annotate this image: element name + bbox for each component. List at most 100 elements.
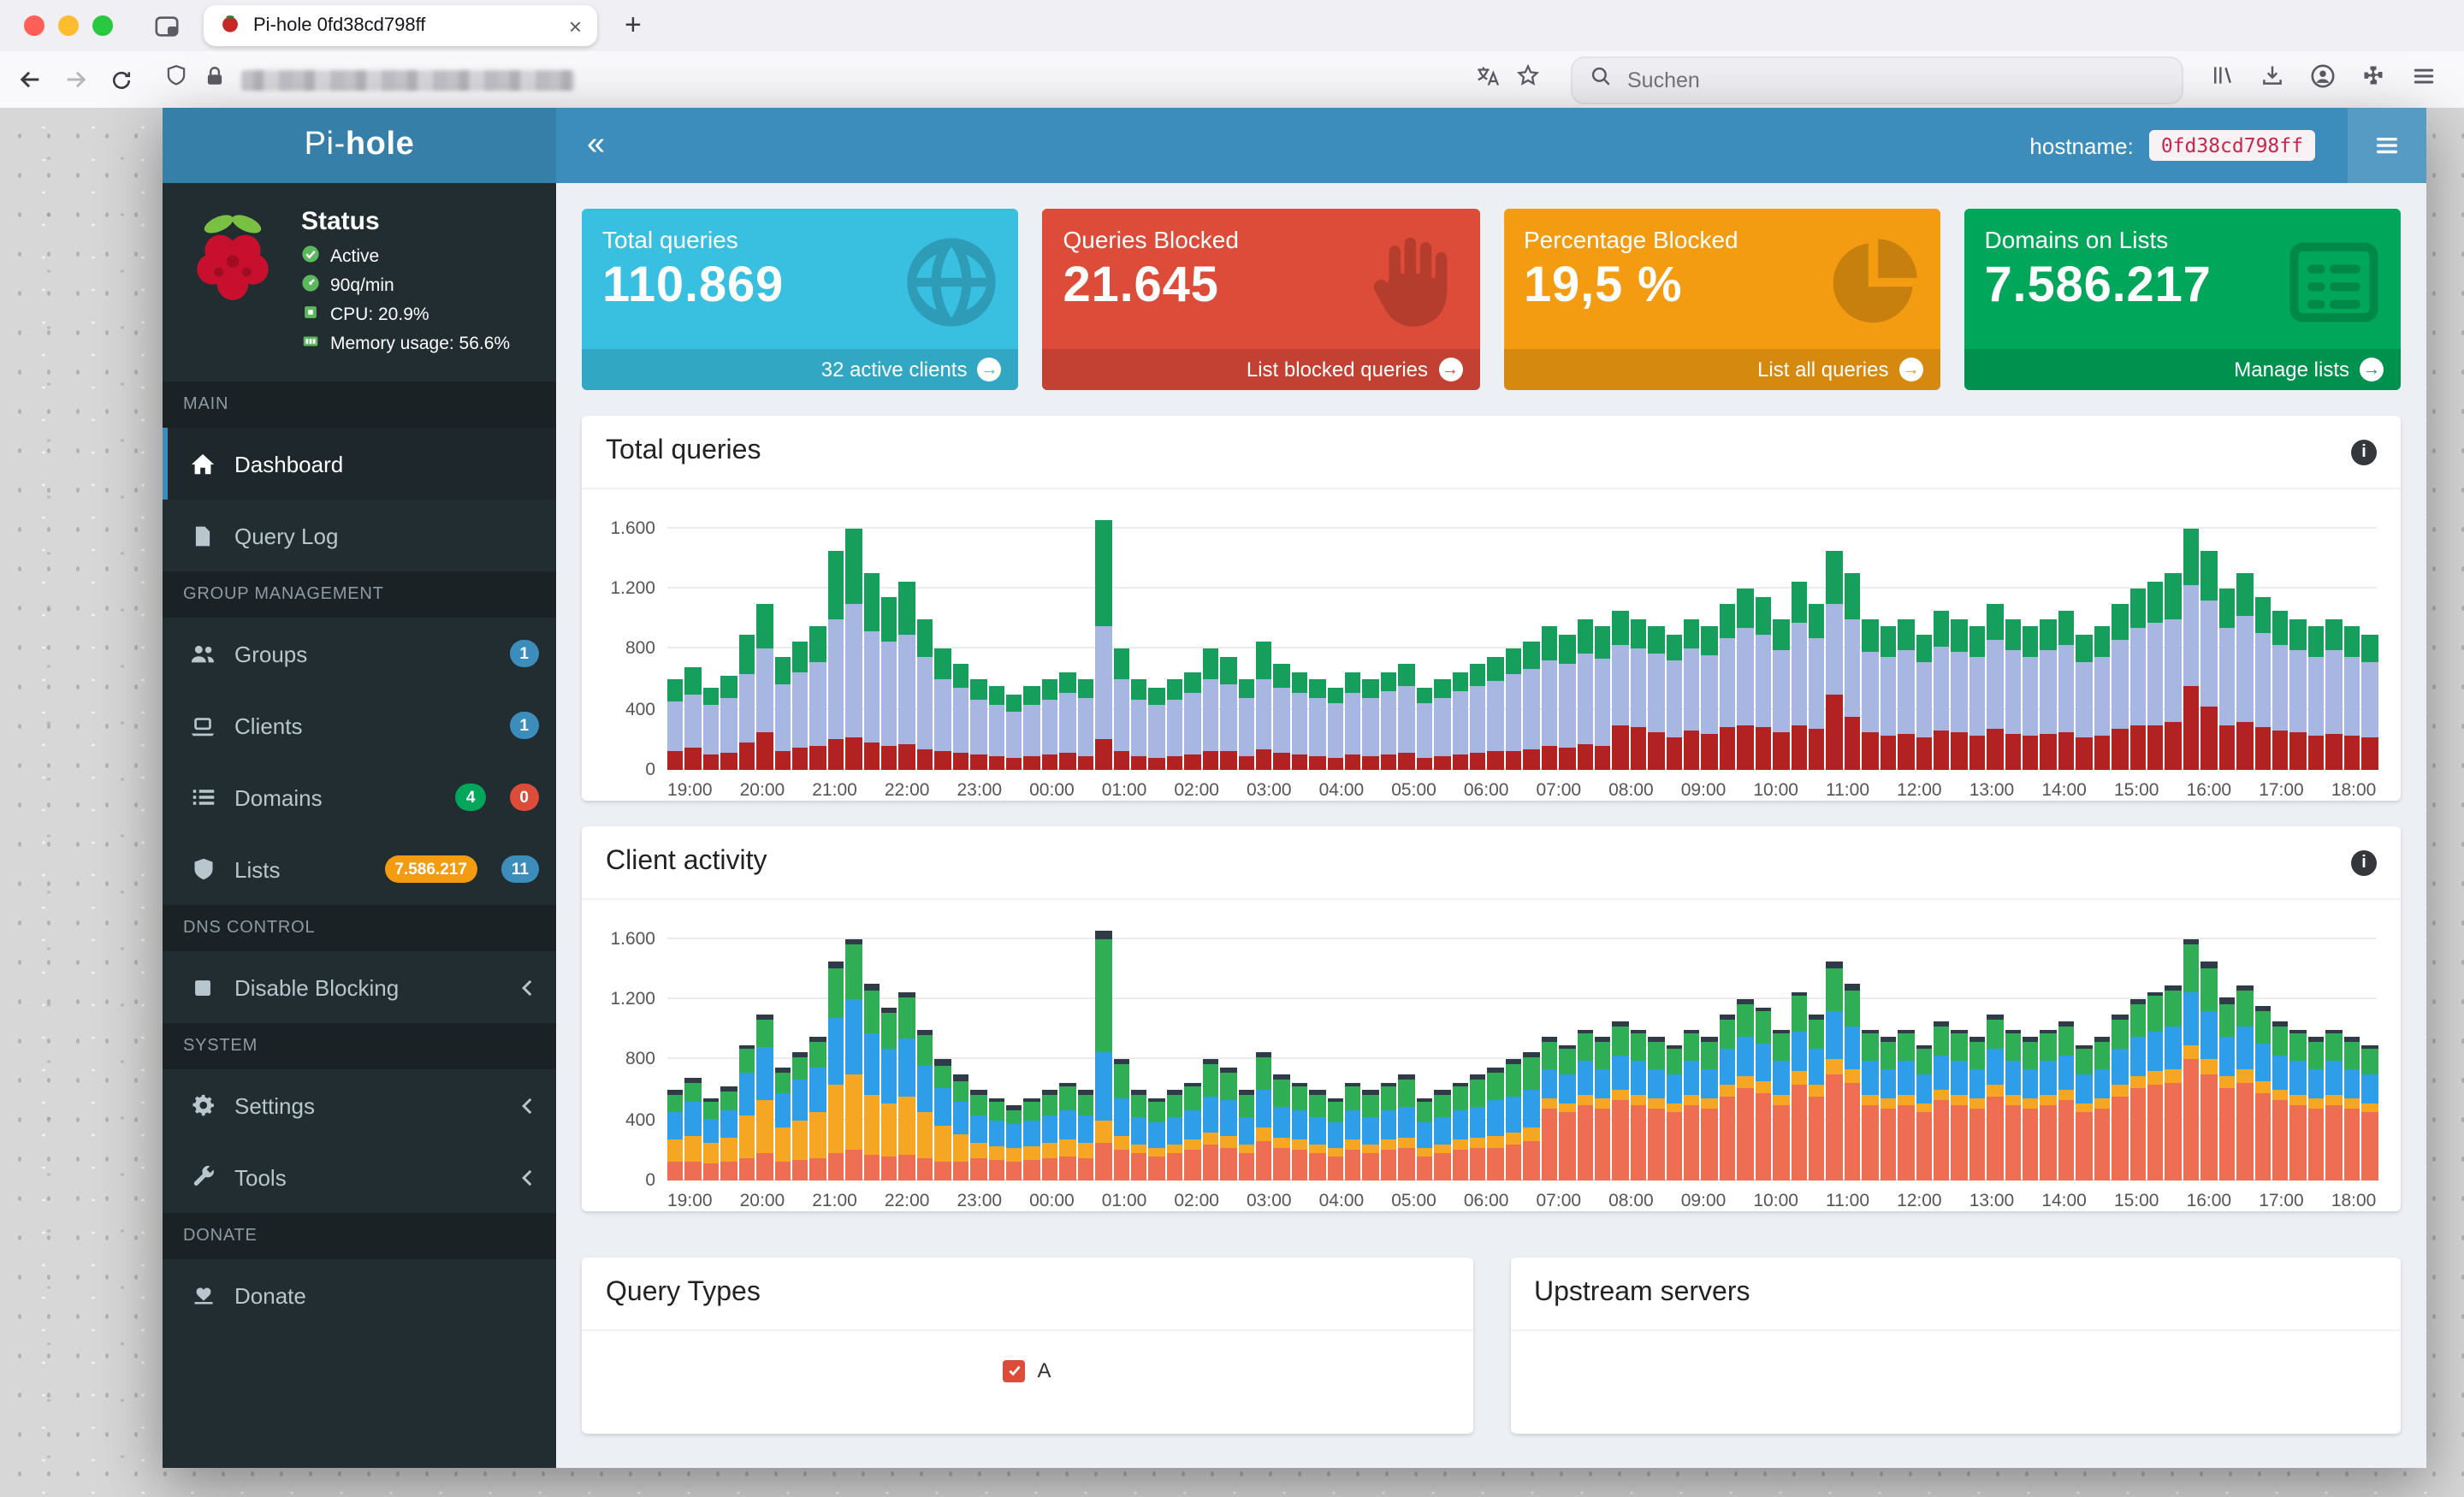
arrow-circle-right-icon: →: [1438, 358, 1462, 382]
y-tick-label: 800: [625, 638, 655, 660]
close-window-button[interactable]: [24, 15, 44, 36]
sidebar-item-disable-blocking[interactable]: Disable Blocking: [163, 951, 556, 1023]
forward-icon[interactable]: [63, 67, 89, 92]
card-footer-link[interactable]: 32 active clients →: [582, 349, 1019, 390]
sidebar-item-query-log[interactable]: Query Log: [163, 500, 556, 571]
tracking-protection-shield-icon[interactable]: [164, 63, 188, 96]
stacked-bar: [720, 1086, 737, 1180]
stacked-bar: [2183, 528, 2200, 770]
card-title: Total queries: [602, 226, 738, 253]
badge: 1: [509, 640, 539, 667]
stacked-bar: [2058, 1021, 2075, 1180]
card-footer-link[interactable]: List blocked queries →: [1042, 349, 1479, 390]
stacked-bar: [809, 626, 826, 770]
stacked-bar: [1791, 581, 1807, 770]
stacked-bar: [2005, 618, 2022, 770]
x-tick-label: 20:00: [739, 1191, 785, 1211]
screen: Pi-hole 0fd38cd798ff × + Suchen Pi- hole…: [0, 0, 2464, 1497]
sidebar-item-domains[interactable]: Domains 4 0: [163, 761, 556, 833]
stacked-bar: [1791, 991, 1807, 1180]
stacked-bar: [934, 1059, 951, 1180]
stacked-bar: [1113, 1059, 1129, 1180]
x-tick-label: 10:00: [1753, 1191, 1798, 1211]
stacked-bar: [827, 551, 844, 770]
legend-checkbox[interactable]: [1003, 1359, 1026, 1382]
search-bar[interactable]: [1571, 56, 2183, 104]
card-footer-link[interactable]: List all queries →: [1503, 349, 1940, 390]
y-tick-label: 1.200: [610, 989, 655, 1010]
stacked-bar: [1737, 999, 1754, 1180]
card-footer-link[interactable]: Manage lists →: [1964, 349, 2401, 390]
pihole-logo[interactable]: Pi-hole: [163, 108, 556, 183]
pihole-app: Pi-hole Status Active 90q/min CPU: 20.9%…: [163, 108, 2426, 1468]
url-bar[interactable]: [154, 57, 1550, 102]
tab-close-icon[interactable]: ×: [569, 15, 582, 37]
new-tab-button[interactable]: +: [625, 9, 642, 43]
stacked-bar: [970, 679, 987, 770]
stacked-bar: [1559, 634, 1576, 770]
y-tick-label: 800: [625, 1049, 655, 1070]
stacked-bar: [1648, 1037, 1665, 1180]
sidebar-item-clients[interactable]: Clients 1: [163, 689, 556, 761]
search-input[interactable]: [1624, 66, 2165, 93]
lock-icon[interactable]: [204, 64, 226, 95]
browser-tab[interactable]: Pi-hole 0fd38cd798ff ×: [204, 5, 597, 46]
stacked-bar: [1113, 648, 1129, 770]
panel-header: Query Types: [582, 1257, 1472, 1331]
x-tick-label: 02:00: [1174, 780, 1219, 801]
x-tick-label: 04:00: [1318, 1191, 1365, 1211]
stacked-bar: [1006, 694, 1022, 770]
info-icon[interactable]: i: [2351, 849, 2377, 875]
stacked-bar: [1594, 1037, 1611, 1180]
stacked-bar: [1755, 596, 1772, 770]
sidebar-item-donate[interactable]: Donate: [163, 1259, 556, 1331]
sidebar-item-label: Disable Blocking: [234, 974, 400, 1000]
stacked-bar: [1220, 656, 1236, 770]
legend-item-a[interactable]: A: [1003, 1358, 1051, 1382]
users-icon: [188, 641, 217, 666]
stacked-bar: [1452, 1082, 1468, 1180]
sidebar-item-tools[interactable]: Tools: [163, 1141, 556, 1213]
firefox-view-icon[interactable]: [154, 13, 180, 38]
stacked-bar: [1719, 1014, 1736, 1180]
stacked-bar: [684, 1078, 702, 1180]
sidebar-item-groups[interactable]: Groups 1: [163, 618, 556, 689]
account-icon[interactable]: [2310, 62, 2336, 97]
badge: 11: [500, 855, 539, 883]
info-icon[interactable]: i: [2351, 439, 2377, 464]
sidebar: Pi-hole Status Active 90q/min CPU: 20.9%…: [163, 108, 556, 1468]
stacked-bar: [1541, 626, 1558, 770]
back-icon[interactable]: [17, 67, 43, 92]
x-tick-label: 14:00: [2041, 780, 2087, 801]
stacked-bar: [2183, 938, 2200, 1180]
stacked-bar: [916, 618, 933, 770]
sidebar-item-lists[interactable]: Lists 7.586.217 11: [163, 833, 556, 905]
donate-icon: [188, 1283, 217, 1307]
stacked-bar: [2307, 626, 2325, 770]
stacked-bar: [1041, 679, 1058, 770]
menu-icon[interactable]: [2411, 62, 2437, 97]
extensions-icon[interactable]: [2361, 63, 2385, 96]
minimize-window-button[interactable]: [58, 15, 79, 36]
stat-card-total-queries: Total queries 110.869 32 active clients →: [582, 209, 1019, 390]
translate-icon[interactable]: [1475, 62, 1501, 97]
bookmark-star-icon[interactable]: [1516, 63, 1540, 96]
stacked-bar: [988, 686, 1005, 770]
library-icon[interactable]: [2211, 63, 2235, 96]
x-tick-label: 12:00: [1897, 780, 1942, 801]
downloads-icon[interactable]: [2260, 63, 2284, 96]
x-tick-label: 06:00: [1463, 780, 1509, 801]
stacked-bar: [2112, 1014, 2129, 1180]
stacked-bar: [2236, 985, 2254, 1180]
laptop-icon: [188, 713, 217, 738]
stacked-bar: [2129, 999, 2147, 1180]
x-tick-label: 08:00: [1608, 780, 1654, 801]
x-tick-label: 13:00: [1969, 780, 2015, 801]
sidebar-collapse-button[interactable]: «: [556, 127, 636, 164]
sidebar-item-settings[interactable]: Settings: [163, 1069, 556, 1141]
reload-icon[interactable]: [110, 68, 133, 92]
hamburger-menu-button[interactable]: [2348, 108, 2426, 183]
zoom-window-button[interactable]: [92, 15, 113, 36]
sidebar-item-dashboard[interactable]: Dashboard: [163, 428, 556, 500]
client-activity-panel: Client activity i 0 400 800 1.200 1.600 19:0…: [582, 826, 2401, 1211]
